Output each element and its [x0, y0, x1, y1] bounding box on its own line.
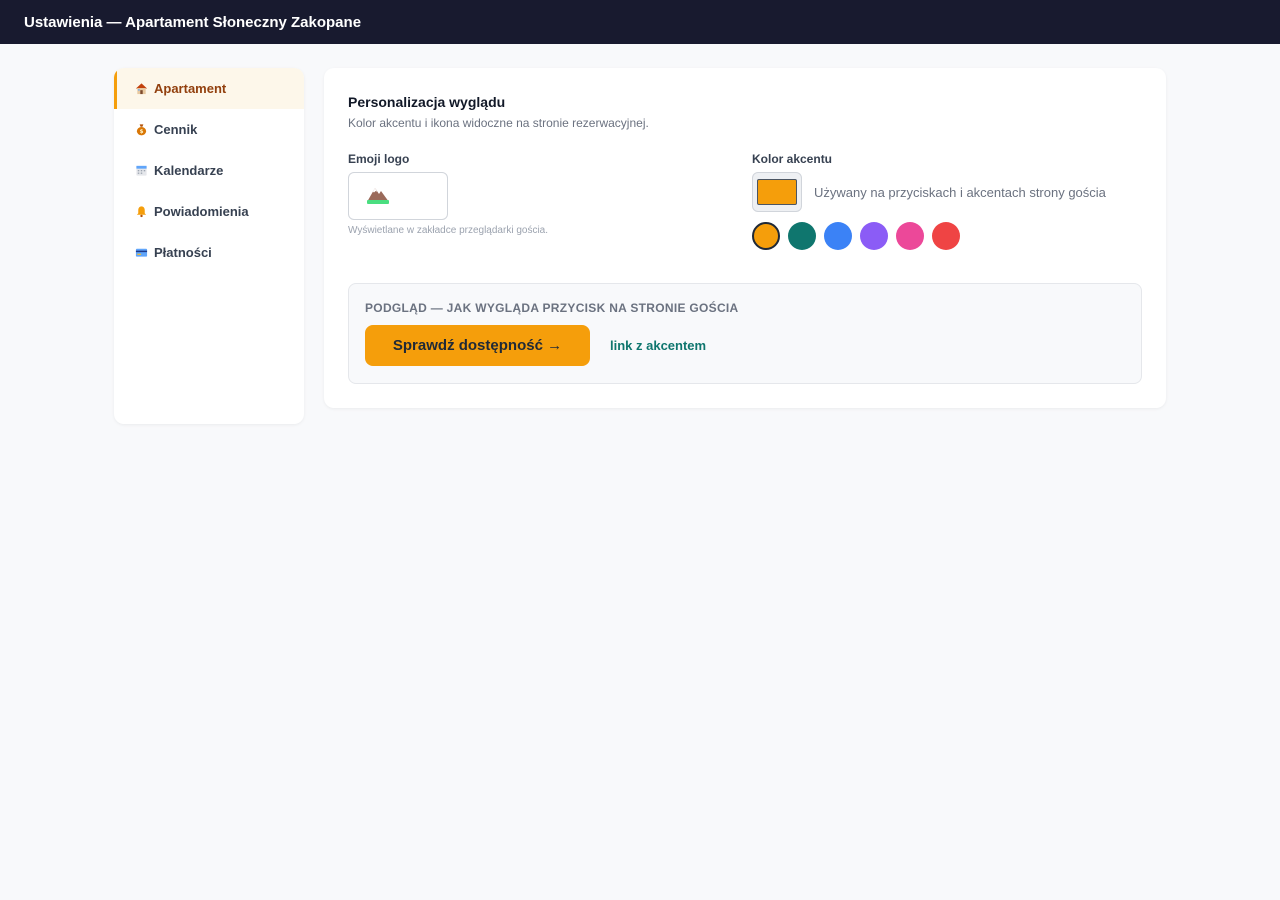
emoji-logo-input[interactable]	[348, 172, 448, 220]
bell-icon	[134, 205, 148, 219]
sidebar-item-label: Powiadomienia	[154, 204, 249, 219]
check-availability-button[interactable]: Sprawdź dostępność →	[365, 325, 590, 366]
sidebar-item-label: Apartament	[154, 81, 227, 96]
sidebar-item-cennik[interactable]: $ Cennik	[114, 109, 304, 150]
accent-color-field: Kolor akcentu Używany na przyciskach i a…	[752, 152, 1106, 250]
sidebar-item-apartament[interactable]: Apartament	[114, 68, 304, 109]
money-bag-icon: $	[134, 123, 148, 137]
swatch-pink[interactable]	[896, 222, 924, 250]
svg-text:$: $	[139, 129, 143, 135]
house-icon	[134, 82, 148, 96]
card-title: Personalizacja wyglądu	[348, 94, 506, 110]
emoji-logo-field: Emoji logo Wyświetlane w zakładce przegl…	[348, 152, 548, 236]
accent-color-description: Używany na przyciskach i akcentach stron…	[814, 184, 1106, 200]
card-subtitle: Kolor akcentu i ikona widoczne na stroni…	[348, 116, 649, 130]
accent-color-picker[interactable]	[752, 172, 802, 212]
page-title: Ustawienia — Apartament Słoneczny Zakopa…	[24, 13, 362, 31]
sidebar-item-label: Kalendarze	[154, 163, 224, 178]
swatch-red[interactable]	[932, 222, 960, 250]
sidebar-item-label: Cennik	[154, 122, 198, 137]
accent-color-label: Kolor akcentu	[752, 152, 833, 166]
swatch-blue[interactable]	[824, 222, 852, 250]
top-bar: Ustawienia — Apartament Słoneczny Zakopa…	[0, 0, 1280, 44]
settings-sidebar: Apartament $ Cennik Kalendarze Powiadomi…	[114, 68, 304, 424]
sidebar-item-label: Płatności	[154, 245, 212, 260]
sidebar-item-kalendarze[interactable]: Kalendarze	[114, 150, 304, 191]
color-swatches	[752, 222, 1106, 250]
emoji-logo-label: Emoji logo	[348, 152, 410, 166]
swatch-amber[interactable]	[752, 222, 780, 250]
mountain-icon	[366, 183, 390, 210]
accent-color-preview	[757, 179, 797, 205]
swatch-teal[interactable]	[788, 222, 816, 250]
button-preview: PODGLĄD — JAK WYGLĄDA PRZYCISK NA STRONI…	[348, 283, 1142, 384]
settings-layout: Apartament $ Cennik Kalendarze Powiadomi…	[0, 44, 1280, 900]
calendar-icon	[134, 164, 148, 178]
preview-title: PODGLĄD — JAK WYGLĄDA PRZYCISK NA STRONI…	[365, 301, 739, 315]
accent-link[interactable]: link z akcentem	[610, 338, 706, 353]
emoji-logo-hint: Wyświetlane w zakładce przeglądarki gośc…	[348, 225, 548, 236]
sidebar-item-platnosci[interactable]: Płatności	[114, 232, 304, 273]
appearance-card: Personalizacja wyglądu Kolor akcentu i i…	[324, 68, 1166, 408]
swatch-purple[interactable]	[860, 222, 888, 250]
credit-card-icon	[134, 246, 148, 260]
sidebar-item-powiadomienia[interactable]: Powiadomienia	[114, 191, 304, 232]
